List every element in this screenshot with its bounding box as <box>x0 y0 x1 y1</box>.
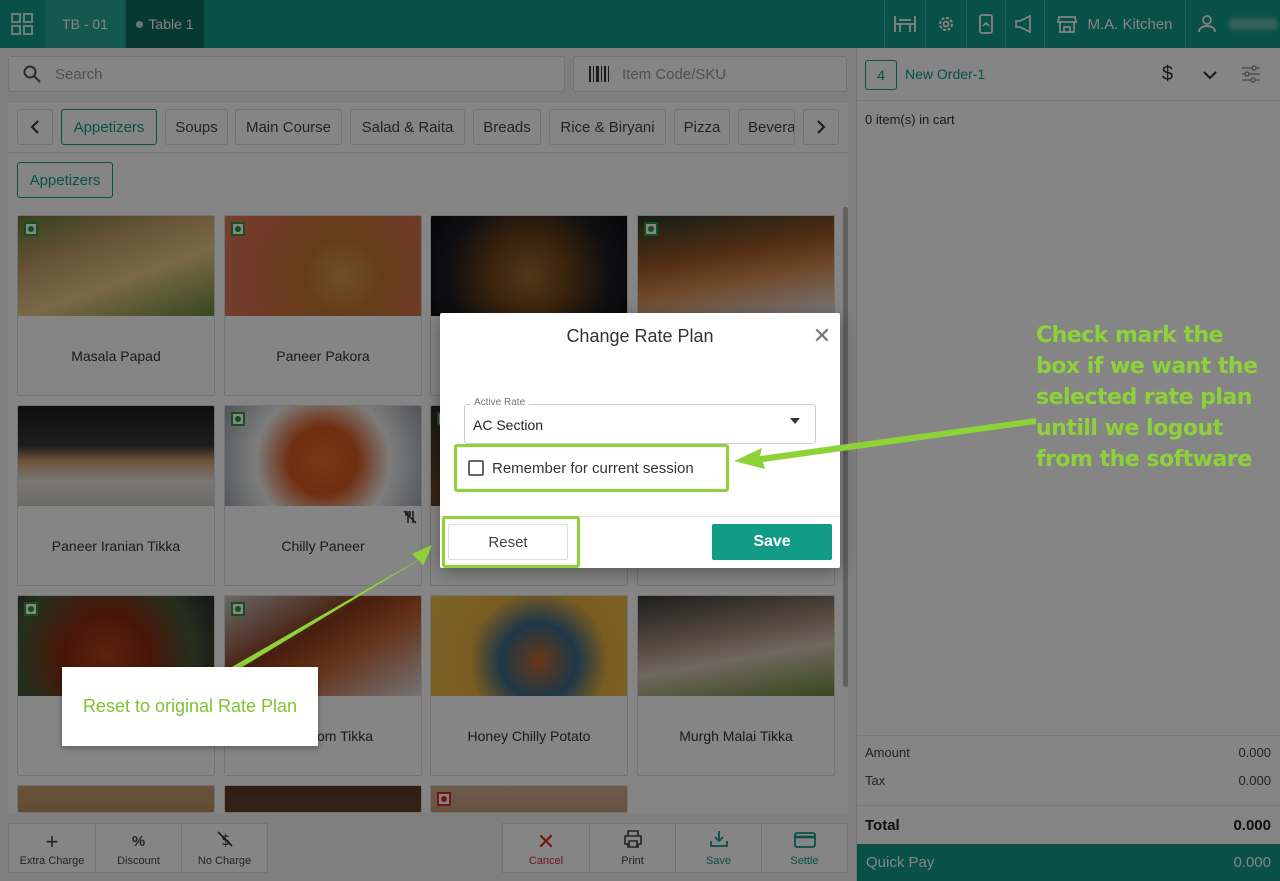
active-rate-label: Active Rate <box>470 397 530 408</box>
dialog-title: Change Rate Plan <box>566 326 714 346</box>
annotation-reset-note: Reset to original Rate Plan <box>62 667 318 746</box>
caret-down-icon[interactable] <box>790 418 800 424</box>
close-icon[interactable]: ✕ <box>812 324 832 348</box>
active-rate-value: AC Section <box>473 417 544 433</box>
remember-session-checkbox[interactable] <box>468 460 484 476</box>
save-button[interactable]: Save <box>712 524 832 560</box>
reset-button[interactable]: Reset <box>448 524 568 560</box>
remember-session-label[interactable]: Remember for current session <box>492 460 694 477</box>
annotation-checkbox-note: Check mark the box if we want the select… <box>1036 323 1258 472</box>
